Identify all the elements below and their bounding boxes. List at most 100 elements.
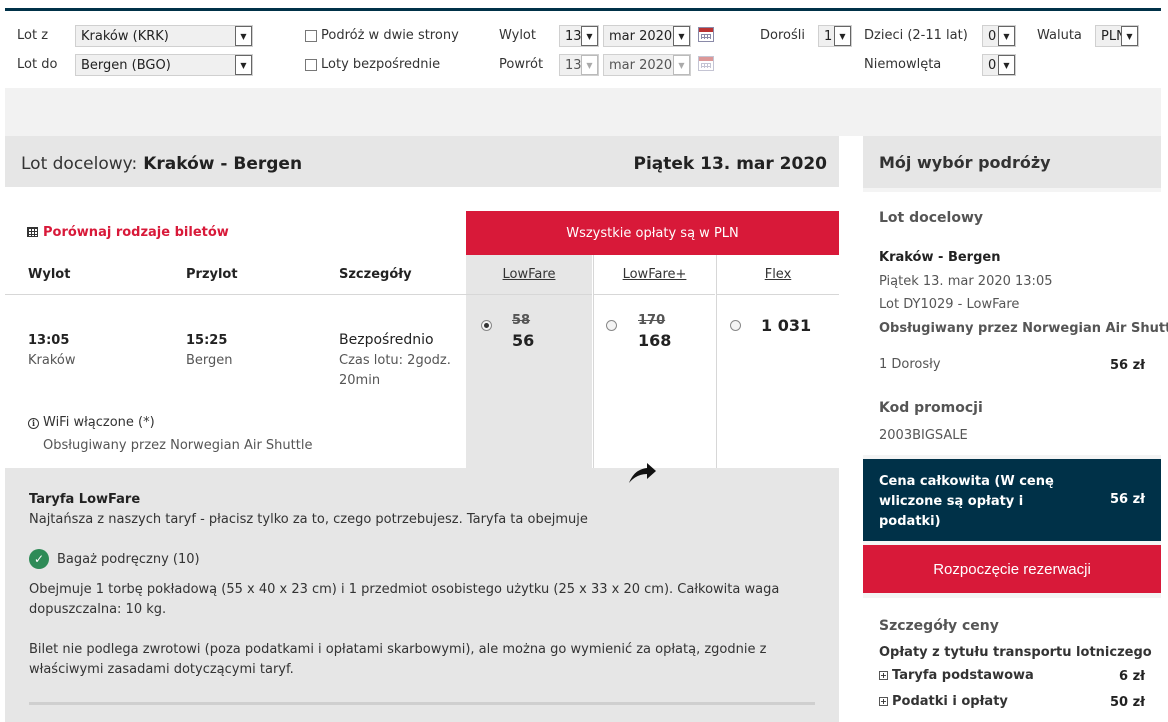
adults-select[interactable]: 1 ▼	[818, 25, 852, 47]
taxes-toggle[interactable]: + Podatki i opłaty	[879, 694, 1008, 709]
fare-radio-flex[interactable]	[730, 320, 741, 331]
promo-code-value: 2003BIGSALE	[879, 428, 968, 443]
chevron-down-icon: ▼	[581, 55, 598, 75]
checkmark-icon: ✓	[29, 549, 49, 569]
bag-label: Bagaż podręczny (10)	[57, 551, 200, 567]
to-select[interactable]: Bergen (BGO) ▼	[75, 54, 253, 76]
adults-value: 1	[824, 29, 833, 44]
direct-flights-label: Loty bezpośrednie	[321, 57, 441, 72]
fare-price: 168	[638, 331, 672, 350]
operated-by: Obsługiwany przez Norwegian Air Shuttle	[43, 438, 313, 453]
fare-column-lowfareplus[interactable]: LowFare+ 170 168	[593, 255, 715, 468]
chevron-down-icon: ▼	[235, 55, 252, 75]
fare-column-lowfare[interactable]: LowFare 58 56	[466, 255, 592, 468]
chevron-down-icon: ▼	[581, 26, 598, 46]
summary-datetime: Piątek 13. mar 2020 13:05	[879, 274, 1053, 289]
bag-description: Obejmuje 1 torbę pokładową (55 x 40 x 23…	[29, 582, 780, 617]
price-details-label: Szczegóły ceny	[879, 618, 999, 634]
fare-name-lowfareplus[interactable]: LowFare+	[594, 267, 715, 282]
total-price-label: Cena całkowita (W cenę wliczone są opłat…	[879, 474, 1054, 529]
column-header-arrive: Przylot	[186, 267, 238, 282]
compare-fares-link[interactable]: Porównaj rodzaje biletów	[27, 225, 229, 240]
return-label: Powrót	[499, 57, 544, 72]
base-fare-toggle[interactable]: + Taryfa podstawowa	[879, 668, 1034, 683]
roundtrip-checkbox[interactable]	[305, 30, 317, 42]
info-icon: i	[28, 417, 39, 429]
roundtrip-label: Podróż w dwie strony	[321, 28, 459, 43]
infants-select[interactable]: 0 ▼	[982, 54, 1016, 76]
arrive-time: 15:25	[186, 333, 228, 348]
fare-details-intro: Najtańsza z naszych taryf - płacisz tylk…	[29, 512, 588, 527]
to-label: Lot do	[17, 57, 58, 72]
curved-arrow-icon	[629, 463, 656, 483]
start-booking-button[interactable]: Rozpoczęcie rezerwacji	[863, 545, 1161, 593]
transport-fees-label: Opłaty z tytułu transportu lotniczego	[879, 645, 1152, 660]
search-form: Lot z Kraków (KRK) ▼ Lot do Bergen (BGO)…	[5, 8, 1161, 88]
currency-select[interactable]: PLN ▼	[1095, 25, 1139, 47]
return-day-select[interactable]: 13 ▼	[559, 54, 599, 76]
from-label: Lot z	[17, 28, 49, 43]
depart-city: Kraków	[28, 353, 76, 368]
promo-code-label: Kod promocji	[879, 400, 983, 416]
depart-time: 13:05	[28, 333, 70, 348]
outbound-section-label: Lot docelowy	[879, 210, 984, 226]
old-price: 170	[638, 313, 666, 328]
depart-day-value: 13	[565, 29, 582, 44]
depart-day-select[interactable]: 13 ▼	[559, 25, 599, 47]
divider	[5, 294, 466, 295]
infants-value: 0	[988, 58, 997, 73]
wifi-info[interactable]: i WiFi włączone (*)	[28, 415, 155, 430]
flight-type: Bezpośrednio	[339, 332, 434, 348]
plus-icon: +	[879, 697, 888, 706]
taxes-label: Podatki i opłaty	[892, 694, 1008, 709]
children-select[interactable]: 0 ▼	[982, 25, 1016, 47]
compare-fares-label: Porównaj rodzaje biletów	[43, 225, 229, 240]
divider	[29, 702, 815, 705]
children-label: Dzieci (2-11 lat)	[864, 28, 968, 43]
return-month-select[interactable]: mar 2020 ▼	[603, 54, 691, 76]
calendar-icon[interactable]	[698, 27, 714, 42]
return-month-value: mar 2020	[609, 58, 673, 73]
chevron-down-icon: ▼	[998, 55, 1015, 75]
column-header-details: Szczegóły	[339, 267, 412, 282]
bag-row: ✓ Bagaż podręczny (10)	[29, 549, 200, 569]
depart-month-select[interactable]: mar 2020 ▼	[603, 25, 691, 47]
old-price: 58	[512, 313, 531, 328]
direct-flights-checkbox[interactable]	[305, 59, 317, 71]
currency-label: Waluta	[1037, 28, 1082, 43]
column-header-depart: Wylot	[28, 267, 71, 282]
summary-route: Kraków - Bergen	[879, 250, 1001, 265]
summary-passenger-price: 56 zł	[1109, 358, 1145, 373]
base-fare-value: 6 zł	[1119, 669, 1145, 684]
to-value: Bergen (BGO)	[81, 58, 171, 73]
fare-column-flex[interactable]: Flex 1 031	[716, 255, 839, 468]
divider	[594, 294, 715, 295]
price-details: Szczegóły ceny Opłaty z tytułu transport…	[863, 598, 1161, 722]
adults-label: Dorośli	[760, 28, 805, 43]
route-title: Kraków - Bergen	[143, 154, 303, 174]
flight-date: Piątek 13. mar 2020	[633, 154, 827, 174]
divider	[466, 294, 592, 295]
fare-details-panel: Taryfa LowFare Najtańsza z naszych taryf…	[5, 468, 839, 722]
summary-flight-number: Lot DY1029 - LowFare	[879, 297, 1020, 312]
arrive-city: Bergen	[186, 353, 233, 368]
fare-name-lowfare[interactable]: LowFare	[466, 267, 592, 282]
flight-duration-minutes: 20min	[339, 373, 381, 388]
flight-results-panel: Lot docelowy: Kraków - Bergen Piątek 13. …	[5, 136, 839, 722]
outbound-label: Lot docelowy:	[21, 154, 138, 174]
divider	[717, 294, 839, 295]
table-icon	[27, 227, 38, 237]
fare-price: 1 031	[761, 316, 812, 335]
from-select[interactable]: Kraków (KRK) ▼	[75, 25, 253, 47]
fare-radio-lowfare[interactable]	[481, 320, 492, 331]
fare-radio-lowfareplus[interactable]	[606, 320, 617, 331]
chevron-down-icon: ▼	[235, 26, 252, 46]
fare-name-flex[interactable]: Flex	[717, 267, 839, 282]
taxes-value: 50 zł	[1109, 695, 1145, 710]
total-price-box: Cena całkowita (W cenę wliczone są opłat…	[863, 459, 1161, 541]
calendar-icon[interactable]	[698, 56, 714, 71]
base-fare-label: Taryfa podstawowa	[892, 668, 1034, 683]
wifi-label: WiFi włączone (*)	[43, 415, 155, 430]
total-price-value: 56 zł	[1109, 492, 1145, 507]
results-title: Lot docelowy: Kraków - Bergen	[21, 154, 302, 174]
